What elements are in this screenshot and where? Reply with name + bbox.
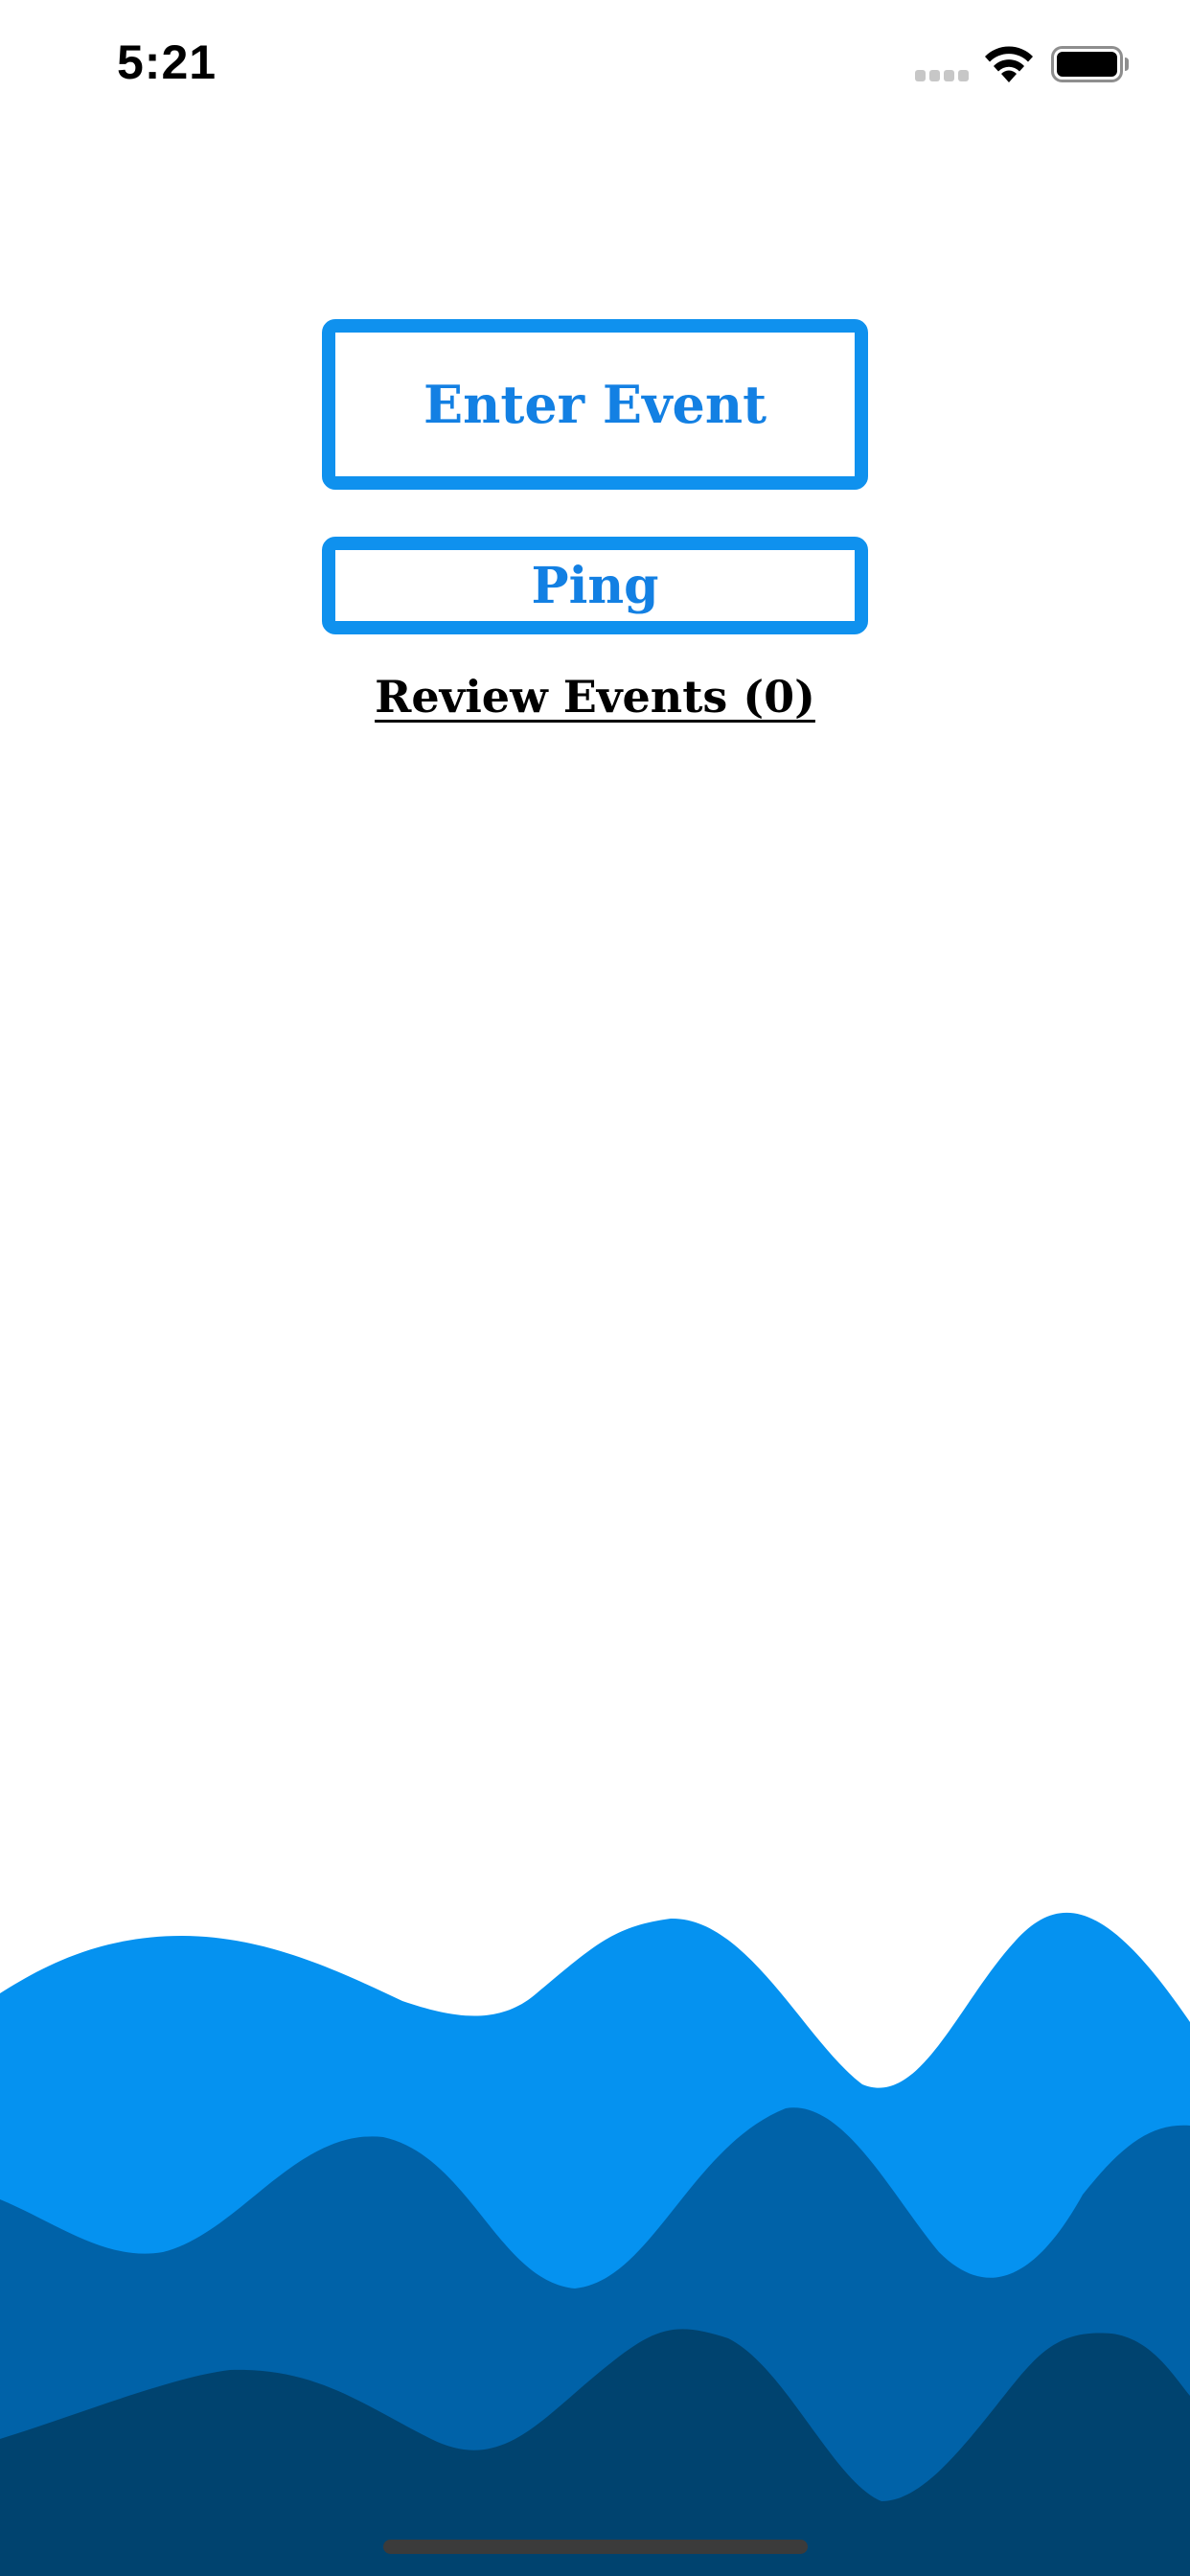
enter-event-button[interactable]: Enter Event — [322, 319, 868, 490]
home-indicator — [383, 2540, 808, 2554]
battery-icon — [1051, 46, 1129, 82]
review-events-link[interactable]: Review Events (0) — [0, 671, 1190, 723]
wave-decoration — [0, 1912, 1190, 2576]
status-bar: 5:21 — [0, 0, 1190, 134]
cellular-signal-icon — [915, 70, 969, 81]
wifi-icon — [985, 46, 1033, 82]
status-time: 5:21 — [117, 35, 217, 89]
ping-label: Ping — [531, 556, 659, 615]
ping-button[interactable]: Ping — [322, 537, 868, 634]
enter-event-label: Enter Event — [423, 374, 767, 435]
